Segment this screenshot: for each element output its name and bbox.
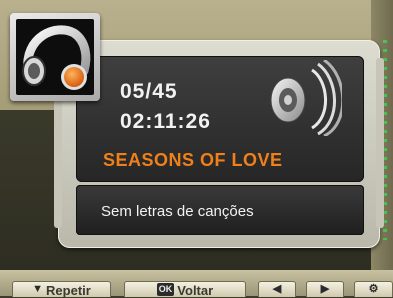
back-button[interactable]: OK Voltar [124, 281, 246, 298]
ok-key-badge: OK [156, 283, 175, 296]
song-title: SEASONS OF LOVE [103, 150, 283, 170]
app-icon [10, 13, 100, 101]
lyrics-status: Sem letras de canções [101, 203, 254, 220]
gear-icon: ⚙ [368, 283, 379, 295]
settings-button[interactable]: ⚙ [354, 281, 393, 297]
speaker-volume-icon [268, 58, 345, 138]
next-button[interactable]: ▶ [306, 281, 344, 297]
elapsed-time: 02:11:26 [120, 110, 211, 133]
triangle-right-icon: ▶ [320, 283, 330, 295]
triangle-down-icon: ▼ [32, 283, 44, 295]
headphones-icon [22, 25, 91, 90]
track-counter: 05/45 [120, 80, 178, 103]
triangle-left-icon: ◀ [272, 283, 282, 295]
previous-button[interactable]: ◀ [258, 281, 296, 297]
repeat-button[interactable]: ▼ Repetir [12, 281, 111, 298]
